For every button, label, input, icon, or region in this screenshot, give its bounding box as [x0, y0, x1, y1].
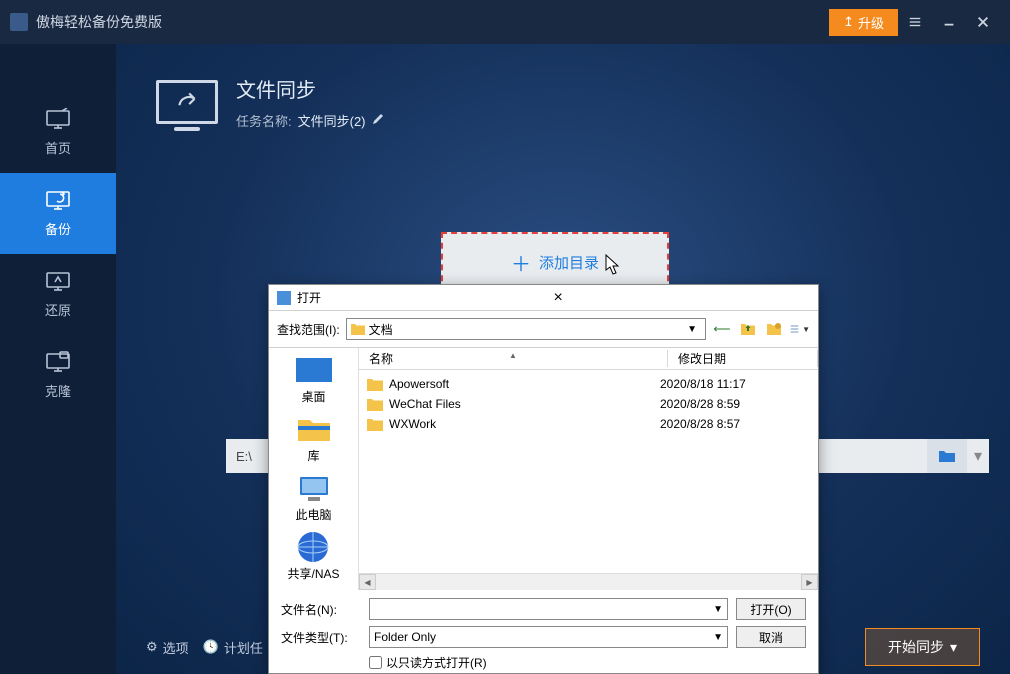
place-desktop[interactable]: 桌面 [294, 354, 334, 405]
filetype-label: 文件类型(T): [281, 629, 361, 646]
dialog-titlebar: 打开 × [269, 285, 818, 311]
start-label: 开始同步 [888, 637, 944, 657]
edit-task-icon[interactable] [372, 113, 384, 128]
filetype-value: Folder Only [374, 630, 436, 644]
chevron-down-icon[interactable]: ▼ [713, 632, 723, 643]
upgrade-icon: ↥ [843, 14, 854, 30]
page-header: 文件同步 任务名称: 文件同步(2) [156, 74, 970, 130]
dialog-close-button[interactable]: × [550, 289, 811, 307]
filename-input[interactable]: ▼ [369, 598, 728, 620]
filename-label: 文件名(N): [281, 601, 361, 618]
filetype-combo[interactable]: Folder Only ▼ [369, 626, 728, 648]
sidebar-label-backup: 备份 [45, 219, 71, 238]
schedule-button[interactable]: 🕓 计划任 [203, 638, 263, 657]
page-title: 文件同步 [236, 74, 384, 103]
upgrade-label: 升级 [858, 13, 884, 32]
lookIn-label: 查找范围(I): [277, 321, 340, 338]
place-label: 共享/NAS [287, 565, 339, 582]
back-button[interactable]: ⟵ [712, 319, 732, 339]
cancel-button[interactable]: 取消 [736, 626, 806, 648]
gear-icon: ⚙ [146, 639, 158, 655]
readonly-label: 以只读方式打开(R) [386, 654, 487, 671]
open-button[interactable]: 打开(O) [736, 598, 806, 620]
file-date: 2020/8/18 11:17 [660, 377, 810, 391]
dialog-title: 打开 [297, 289, 550, 306]
file-row[interactable]: WXWork2020/8/28 8:57 [359, 414, 818, 434]
sidebar-label-home: 首页 [45, 138, 71, 157]
options-button[interactable]: ⚙ 选项 [146, 638, 189, 657]
sidebar-item-backup[interactable]: 备份 [0, 173, 116, 254]
place-thispc[interactable]: 此电脑 [294, 472, 334, 523]
places-bar: 桌面 库 此电脑 共享/NAS [269, 348, 359, 590]
file-name: WeChat Files [389, 397, 660, 411]
file-row[interactable]: WeChat Files2020/8/28 8:59 [359, 394, 818, 414]
browse-destination-button[interactable] [927, 439, 967, 473]
col-date[interactable]: 修改日期 [668, 350, 818, 367]
task-label: 任务名称: [236, 111, 292, 130]
add-directory-button[interactable]: ＋ 添加目录 [441, 232, 669, 292]
horizontal-scrollbar[interactable]: ◀ ▶ [359, 573, 818, 590]
app-icon [10, 13, 28, 31]
new-folder-button[interactable] [764, 319, 784, 339]
scroll-left-button[interactable]: ◀ [359, 574, 376, 590]
sidebar-label-clone: 克隆 [45, 381, 71, 400]
chevron-down-icon[interactable]: ▼ [683, 324, 701, 335]
file-open-dialog: 打开 × 查找范围(I): 文档 ▼ ⟵ ▼ 桌面 库 [268, 284, 819, 674]
schedule-label: 计划任 [224, 638, 263, 657]
dialog-path-row: 查找范围(I): 文档 ▼ ⟵ ▼ [269, 311, 818, 347]
sidebar-item-restore[interactable]: 还原 [0, 254, 116, 335]
place-label: 库 [307, 447, 319, 464]
task-name: 文件同步(2) [298, 111, 366, 130]
menu-button[interactable] [898, 8, 932, 36]
readonly-checkbox[interactable] [369, 656, 382, 669]
add-directory-label: 添加目录 [539, 252, 599, 273]
file-row[interactable]: Apowersoft2020/8/18 11:17 [359, 374, 818, 394]
titlebar: 傲梅轻松备份免费版 ↥ 升级 [0, 0, 1010, 44]
lookIn-value: 文档 [369, 321, 393, 338]
place-label: 此电脑 [295, 506, 331, 523]
chevron-down-icon: ▾ [950, 639, 957, 656]
file-name: Apowersoft [389, 377, 660, 391]
chevron-down-icon[interactable]: ▼ [713, 604, 723, 615]
up-folder-button[interactable] [738, 319, 758, 339]
app-title: 傲梅轻松备份免费版 [36, 12, 162, 32]
sidebar-item-clone[interactable]: 克隆 [0, 335, 116, 416]
minimize-button[interactable] [932, 8, 966, 36]
file-list: Apowersoft2020/8/18 11:17WeChat Files202… [359, 370, 818, 573]
file-date: 2020/8/28 8:59 [660, 397, 810, 411]
sync-icon [156, 80, 218, 124]
options-label: 选项 [163, 638, 189, 657]
sidebar-item-home[interactable]: 首页 [0, 92, 116, 173]
plus-icon: ＋ [511, 248, 531, 277]
file-name: WXWork [389, 417, 660, 431]
clock-icon: 🕓 [203, 639, 219, 655]
file-list-panel: ▲ 名称 修改日期 Apowersoft2020/8/18 11:17WeCha… [359, 348, 818, 590]
file-date: 2020/8/28 8:57 [660, 417, 810, 431]
scroll-right-button[interactable]: ▶ [801, 574, 818, 590]
view-menu-button[interactable]: ▼ [790, 319, 810, 339]
upgrade-button[interactable]: ↥ 升级 [829, 9, 898, 36]
sidebar: 首页 备份 还原 克隆 [0, 44, 116, 674]
destination-dropdown[interactable]: ▾ [967, 439, 989, 473]
lookIn-combo[interactable]: 文档 ▼ [346, 318, 706, 340]
place-libraries[interactable]: 库 [294, 413, 334, 464]
sidebar-label-restore: 还原 [45, 300, 71, 319]
place-label: 桌面 [301, 388, 325, 405]
start-sync-button[interactable]: 开始同步 ▾ [865, 628, 980, 666]
file-list-header[interactable]: ▲ 名称 修改日期 [359, 348, 818, 370]
dialog-icon [277, 291, 291, 305]
place-share-nas[interactable]: 共享/NAS [287, 531, 339, 582]
sort-indicator-icon: ▲ [509, 351, 517, 360]
close-button[interactable] [966, 8, 1000, 36]
